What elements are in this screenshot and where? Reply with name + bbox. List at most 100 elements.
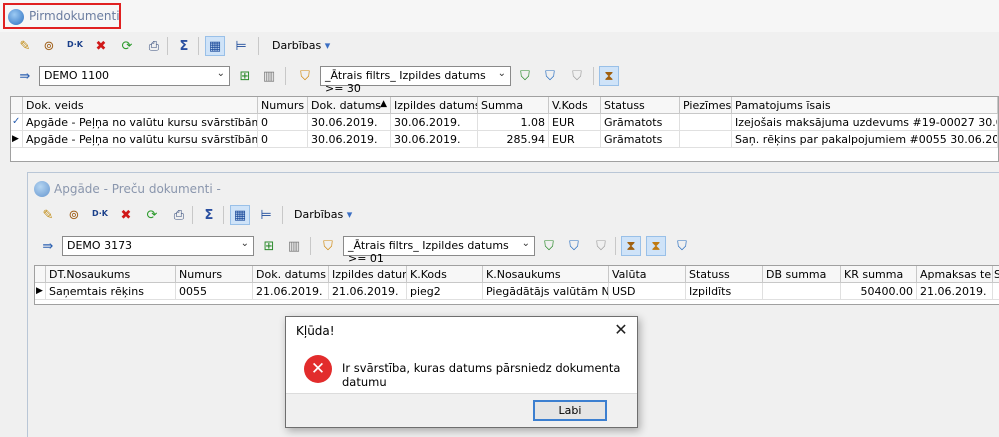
- actions-menu[interactable]: Darbības ▾: [294, 208, 352, 221]
- print-icon[interactable]: ⎙: [170, 206, 188, 224]
- add-company-icon[interactable]: ⊞: [236, 67, 254, 85]
- error-dialog: Kļūda! ✕ ✕ Ir svārstība, kuras datums pā…: [285, 316, 638, 428]
- grid-view-icon[interactable]: ▦: [230, 205, 250, 225]
- hourglass-filter-icon[interactable]: ⧗: [621, 236, 641, 256]
- column-header-label: Dok. datums: [311, 99, 382, 112]
- row-check-marker: ✓: [11, 114, 23, 130]
- error-icon: ✕: [304, 355, 332, 383]
- column-header[interactable]: Statuss: [686, 266, 763, 282]
- table-row[interactable]: ▶ Saņemtais rēķins 0055 21.06.2019. 21.0…: [35, 283, 999, 300]
- tree-view-icon[interactable]: ⊨: [232, 37, 250, 55]
- column-header[interactable]: S: [993, 266, 999, 282]
- column-header[interactable]: Statuss: [601, 97, 680, 113]
- cell: Saņ. rēķins par pakalpojumiem #0055 30.0…: [732, 131, 998, 147]
- cell: Saņemtais rēķins: [46, 283, 176, 299]
- column-header[interactable]: Dok. veids: [23, 97, 258, 113]
- column-header[interactable]: Piezīmes: [680, 97, 732, 113]
- list-icon[interactable]: ▥: [285, 237, 303, 255]
- chevron-down-icon: ⌄: [521, 238, 530, 249]
- add-filter-icon[interactable]: ⛉: [540, 237, 558, 255]
- column-header[interactable]: K.Kods: [407, 266, 483, 282]
- app-globe-icon: [8, 9, 24, 25]
- column-header[interactable]: KR summa: [841, 266, 917, 282]
- filter-icon[interactable]: ⛉: [296, 67, 314, 85]
- company-combo[interactable]: DEMO 1100 ⌄: [39, 66, 230, 86]
- column-header[interactable]: Numurs: [258, 97, 308, 113]
- actions-menu[interactable]: Darbības ▾: [272, 39, 330, 52]
- ok-button[interactable]: Labi: [533, 400, 607, 421]
- cell: 21.06.2019.: [329, 283, 407, 299]
- edit-icon[interactable]: ✎: [16, 37, 34, 55]
- advanced-filter-icon[interactable]: ⛉: [673, 237, 691, 255]
- delete-icon[interactable]: ✖: [117, 206, 135, 224]
- column-header[interactable]: Izpildes datums: [329, 266, 407, 282]
- cell: 21.06.2019.: [253, 283, 329, 299]
- column-header[interactable]: Apmaksas te...: [917, 266, 993, 282]
- goods-documents-grid: DT.Nosaukums Numurs Dok. datums Izpildes…: [34, 265, 999, 305]
- actions-menu-label: Darbības: [294, 208, 344, 221]
- list-icon[interactable]: ▥: [260, 67, 278, 85]
- edit-filter-icon[interactable]: ⛉: [541, 67, 559, 85]
- column-header[interactable]: Summa: [478, 97, 549, 113]
- column-header[interactable]: K.Nosaukums: [483, 266, 609, 282]
- company-select-icon[interactable]: ⇛: [39, 237, 57, 255]
- documents-grid: Dok. veids Numurs Dok. datums ▲ Izpildes…: [10, 96, 999, 162]
- cell: 285.94: [478, 131, 549, 147]
- column-header[interactable]: Pamatojums īsais: [732, 97, 998, 113]
- column-header[interactable]: Dok. datums ▲: [308, 97, 391, 113]
- cell: 0: [258, 114, 308, 130]
- view-glasses-icon[interactable]: ⊚: [40, 37, 58, 55]
- quick-filter-combo[interactable]: _Ātrais filtrs_ Izpildes datums >= 01 ⌄: [343, 236, 535, 265]
- cell: USD: [609, 283, 686, 299]
- sum-icon[interactable]: Σ: [200, 206, 218, 224]
- chevron-down-icon: ⌄: [216, 68, 225, 79]
- clear-filter-icon[interactable]: ⛉: [568, 67, 586, 85]
- cell: 0: [258, 131, 308, 147]
- sort-ascending-icon: ▲: [380, 99, 387, 109]
- cell: Apgāde - Peļņa no valūtu kursu svārstībā…: [23, 131, 258, 147]
- column-header[interactable]: Numurs: [176, 266, 253, 282]
- debit-credit-icon[interactable]: D·K: [66, 35, 84, 53]
- filter-icon[interactable]: ⛉: [319, 237, 337, 255]
- print-icon[interactable]: ⎙: [145, 37, 163, 55]
- cell: [763, 283, 841, 299]
- chevron-down-icon: ▾: [346, 208, 353, 221]
- grid-header: DT.Nosaukums Numurs Dok. datums Izpildes…: [35, 266, 999, 283]
- cell: [680, 114, 732, 130]
- hourglass-filter-icon[interactable]: ⧗: [599, 66, 619, 86]
- cell: 0055: [176, 283, 253, 299]
- dialog-message: Ir svārstība, kuras datums pārsniedz dok…: [342, 361, 621, 389]
- dialog-footer: Labi: [286, 393, 637, 427]
- child-titlebar: Apgāde - Preču dokumenti -: [28, 173, 999, 203]
- hourglass-alt-icon[interactable]: ⧗: [646, 236, 666, 256]
- table-row[interactable]: ▶ Apgāde - Peļņa no valūtu kursu svārstī…: [11, 131, 998, 148]
- column-header[interactable]: Dok. datums: [253, 266, 329, 282]
- quick-filter-combo[interactable]: _Ātrais filtrs_ Izpildes datums >= 30 ⌄: [320, 66, 511, 95]
- add-filter-icon[interactable]: ⛉: [516, 67, 534, 85]
- tree-view-icon[interactable]: ⊨: [257, 206, 275, 224]
- debit-credit-icon[interactable]: D·K: [91, 204, 109, 222]
- add-company-icon[interactable]: ⊞: [260, 237, 278, 255]
- column-header[interactable]: Valūta: [609, 266, 686, 282]
- close-icon[interactable]: ✕: [613, 320, 629, 339]
- delete-icon[interactable]: ✖: [92, 37, 110, 55]
- column-header[interactable]: Izpildes datums: [391, 97, 478, 113]
- column-header[interactable]: V.Kods: [549, 97, 601, 113]
- company-combo[interactable]: DEMO 3173 ⌄: [62, 236, 254, 256]
- edit-filter-icon[interactable]: ⛉: [565, 237, 583, 255]
- row-pointer-icon: ▶: [35, 283, 46, 299]
- grid-view-icon[interactable]: ▦: [205, 36, 225, 56]
- sum-icon[interactable]: Σ: [175, 37, 193, 55]
- table-row[interactable]: ✓ Apgāde - Peļņa no valūtu kursu svārstī…: [11, 114, 998, 131]
- clear-filter-icon[interactable]: ⛉: [592, 237, 610, 255]
- refresh-icon[interactable]: ⟳: [118, 37, 136, 55]
- refresh-icon[interactable]: ⟳: [143, 206, 161, 224]
- column-header[interactable]: DT.Nosaukums: [46, 266, 176, 282]
- view-glasses-icon[interactable]: ⊚: [65, 206, 83, 224]
- child-window-title: Apgāde - Preču dokumenti -: [54, 182, 221, 196]
- chevron-down-icon: ▾: [324, 39, 331, 52]
- column-header[interactable]: DB summa: [763, 266, 841, 282]
- cell: 30.06.2019.: [308, 114, 391, 130]
- edit-icon[interactable]: ✎: [39, 206, 57, 224]
- company-select-icon[interactable]: ⇛: [16, 67, 34, 85]
